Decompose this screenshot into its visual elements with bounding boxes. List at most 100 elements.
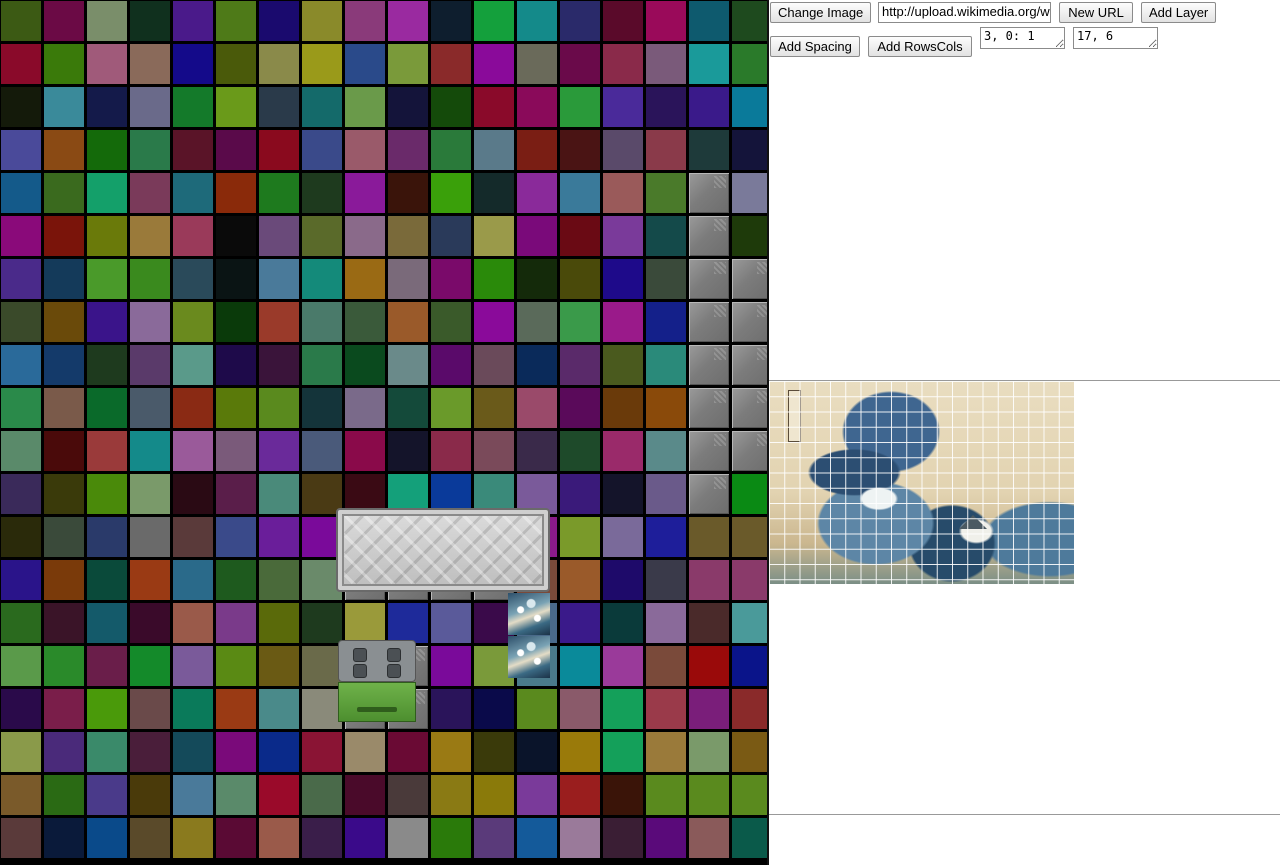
grid-tile[interactable] xyxy=(732,345,768,385)
grid-tile[interactable] xyxy=(173,775,213,815)
grid-tile[interactable] xyxy=(302,603,342,643)
grid-tile[interactable] xyxy=(87,603,127,643)
grid-tile[interactable] xyxy=(1,216,41,256)
grid-tile[interactable] xyxy=(732,603,768,643)
grid-tile[interactable] xyxy=(345,130,385,170)
grid-tile[interactable] xyxy=(1,431,41,471)
grid-tile[interactable] xyxy=(302,302,342,342)
grid-tile[interactable] xyxy=(216,87,256,127)
grid-tile[interactable] xyxy=(259,130,299,170)
grid-tile[interactable] xyxy=(1,603,41,643)
grid-tile[interactable] xyxy=(216,732,256,772)
grid-tile[interactable] xyxy=(1,474,41,514)
grid-tile[interactable] xyxy=(689,173,729,213)
grid-tile[interactable] xyxy=(87,431,127,471)
grid-tile[interactable] xyxy=(431,689,471,729)
grid-tile[interactable] xyxy=(560,689,600,729)
grid-tile[interactable] xyxy=(302,431,342,471)
grid-tile[interactable] xyxy=(44,345,84,385)
grid-tile[interactable] xyxy=(44,603,84,643)
grid-tile[interactable] xyxy=(431,646,471,686)
grid-tile[interactable] xyxy=(44,44,84,84)
grid-tile[interactable] xyxy=(1,345,41,385)
grid-tile[interactable] xyxy=(345,818,385,858)
grid-tile[interactable] xyxy=(259,1,299,41)
grid-tile[interactable] xyxy=(517,431,557,471)
grid-tile[interactable] xyxy=(345,302,385,342)
grid-tile[interactable] xyxy=(87,646,127,686)
grid-tile[interactable] xyxy=(732,732,768,772)
grid-tile[interactable] xyxy=(1,517,41,557)
grid-tile[interactable] xyxy=(431,775,471,815)
grid-tile[interactable] xyxy=(474,44,514,84)
grid-tile[interactable] xyxy=(689,689,729,729)
grid-tile[interactable] xyxy=(431,388,471,428)
grid-tile[interactable] xyxy=(44,474,84,514)
grid-tile[interactable] xyxy=(689,302,729,342)
grid-tile[interactable] xyxy=(646,87,686,127)
grid-tile[interactable] xyxy=(259,474,299,514)
grid-tile[interactable] xyxy=(388,216,428,256)
grid-tile[interactable] xyxy=(474,388,514,428)
grid-tile[interactable] xyxy=(216,431,256,471)
grid-tile[interactable] xyxy=(388,818,428,858)
grid-tile[interactable] xyxy=(474,1,514,41)
grid-tile[interactable] xyxy=(560,474,600,514)
grid-tile[interactable] xyxy=(44,173,84,213)
grid-tile[interactable] xyxy=(431,1,471,41)
grid-tile[interactable] xyxy=(259,259,299,299)
grid-tile[interactable] xyxy=(345,732,385,772)
grid-tile[interactable] xyxy=(302,818,342,858)
grid-tile[interactable] xyxy=(474,130,514,170)
grid-tile[interactable] xyxy=(1,689,41,729)
grid-tile[interactable] xyxy=(517,87,557,127)
grid-tile[interactable] xyxy=(388,775,428,815)
grid-tile[interactable] xyxy=(603,689,643,729)
grid-tile[interactable] xyxy=(388,732,428,772)
grid-tile[interactable] xyxy=(431,431,471,471)
grid-tile[interactable] xyxy=(689,1,729,41)
grid-tile[interactable] xyxy=(345,1,385,41)
grid-tile[interactable] xyxy=(474,87,514,127)
grid-tile[interactable] xyxy=(646,259,686,299)
grid-tile[interactable] xyxy=(216,44,256,84)
grid-tile[interactable] xyxy=(646,517,686,557)
grid-tile[interactable] xyxy=(603,517,643,557)
grid-tile[interactable] xyxy=(474,302,514,342)
grid-tile[interactable] xyxy=(173,517,213,557)
grid-tile[interactable] xyxy=(345,603,385,643)
grid-tile[interactable] xyxy=(560,87,600,127)
grid-tile[interactable] xyxy=(1,560,41,600)
grid-tile[interactable] xyxy=(646,130,686,170)
grid-tile[interactable] xyxy=(345,216,385,256)
grid-tile[interactable] xyxy=(603,732,643,772)
grid-tile[interactable] xyxy=(646,44,686,84)
grid-tile[interactable] xyxy=(259,216,299,256)
grid-tile[interactable] xyxy=(216,173,256,213)
grid-tile[interactable] xyxy=(431,345,471,385)
grid-tile[interactable] xyxy=(603,1,643,41)
new-url-button[interactable]: New URL xyxy=(1059,2,1133,23)
grid-tile[interactable] xyxy=(44,431,84,471)
grid-tile[interactable] xyxy=(216,775,256,815)
grid-tile[interactable] xyxy=(646,775,686,815)
grid-tile[interactable] xyxy=(173,474,213,514)
grid-tile[interactable] xyxy=(87,818,127,858)
grid-tile[interactable] xyxy=(44,560,84,600)
grid-tile[interactable] xyxy=(646,689,686,729)
grid-tile[interactable] xyxy=(689,216,729,256)
grid-tile[interactable] xyxy=(517,259,557,299)
grid-tile[interactable] xyxy=(87,216,127,256)
tile-grid[interactable] xyxy=(0,0,768,865)
grid-tile[interactable] xyxy=(431,87,471,127)
grid-tile[interactable] xyxy=(431,732,471,772)
grid-tile[interactable] xyxy=(560,818,600,858)
grid-tile[interactable] xyxy=(431,603,471,643)
grid-tile[interactable] xyxy=(732,474,768,514)
grid-tile[interactable] xyxy=(44,818,84,858)
grid-tile[interactable] xyxy=(388,259,428,299)
grid-tile[interactable] xyxy=(173,431,213,471)
grid-tile[interactable] xyxy=(44,216,84,256)
grid-tile[interactable] xyxy=(1,130,41,170)
grid-tile[interactable] xyxy=(689,474,729,514)
